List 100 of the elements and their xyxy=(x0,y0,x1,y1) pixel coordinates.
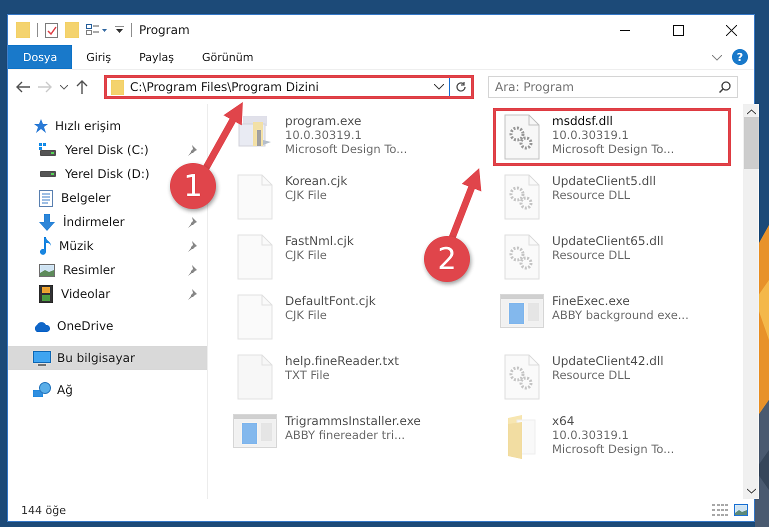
expand-ribbon-icon[interactable] xyxy=(712,55,722,61)
document-icon xyxy=(39,190,53,206)
search-field[interactable]: Ara: Program xyxy=(488,76,738,98)
file-tile[interactable]: program.exe 10.0.30319.1 Microsoft Design To... xyxy=(226,108,414,162)
pin-icon[interactable] xyxy=(187,264,197,276)
pin-icon[interactable] xyxy=(187,216,197,228)
scroll-up-icon[interactable] xyxy=(746,109,756,115)
sidebar-item[interactable]: Müzik xyxy=(8,234,94,258)
file-tile[interactable]: UpdateClient5.dll Resource DLL xyxy=(493,168,663,226)
file-detail: Resource DLL xyxy=(552,248,632,262)
file-name: x64 xyxy=(552,414,576,428)
file-detail: Microsoft Design To... xyxy=(552,142,674,156)
file-tile[interactable]: msddsf.dll 10.0.30319.1 Microsoft Design To... xyxy=(493,108,731,166)
file-detail: CJK File xyxy=(285,308,328,322)
file-detail: Microsoft Design To... xyxy=(285,142,408,156)
star-icon xyxy=(33,118,49,134)
document-icon xyxy=(237,174,273,220)
file-detail: 10.0.30319.1 xyxy=(552,428,630,442)
gears-document-icon xyxy=(504,114,540,160)
pin-icon[interactable] xyxy=(187,144,197,156)
file-tile[interactable]: DefaultFont.cjk CJK File xyxy=(226,288,383,346)
music-note-icon xyxy=(39,237,51,255)
file-tile[interactable]: UpdateClient65.dll Resource DLL xyxy=(493,228,671,286)
pin-icon[interactable] xyxy=(187,240,197,252)
maximize-icon xyxy=(672,24,684,36)
file-name: FastNml.cjk xyxy=(285,234,354,248)
file-detail: TXT File xyxy=(285,368,331,382)
file-name: help.fineReader.txt xyxy=(285,354,399,368)
scrollbar[interactable] xyxy=(743,104,759,499)
up-button[interactable] xyxy=(76,80,88,94)
item-count: 144 öğe xyxy=(21,504,66,516)
file-tile[interactable]: FineExec.exe ABBY background exe... xyxy=(493,288,696,334)
large-icons-view-icon[interactable] xyxy=(734,504,748,516)
sidebar-item[interactable]: İndirmeler xyxy=(8,210,125,234)
refresh-icon xyxy=(454,81,466,93)
file-detail: Microsoft Design To... xyxy=(552,442,674,456)
close-icon xyxy=(726,24,736,36)
file-name: UpdateClient65.dll xyxy=(552,234,664,248)
sidebar-item[interactable]: Resimler xyxy=(8,258,116,282)
file-tile[interactable]: UpdateClient42.dll Resource DLL xyxy=(493,348,671,406)
file-tile[interactable]: x64 10.0.30319.1 Microsoft Design To... xyxy=(493,408,682,466)
file-name: DefaultFont.cjk xyxy=(285,294,376,308)
file-name: Korean.cjk xyxy=(285,174,348,188)
file-detail: Resource DLL xyxy=(552,368,632,382)
monitor-icon xyxy=(33,350,51,366)
sidebar-item[interactable]: Yerel Disk (C:) xyxy=(8,138,149,162)
gears-document-icon xyxy=(504,234,540,280)
callout-arrow xyxy=(202,102,243,170)
search-icon xyxy=(719,81,731,93)
film-strip-icon xyxy=(39,285,53,303)
folder-icon xyxy=(111,80,124,94)
network-icon xyxy=(33,382,51,398)
sidebar-item[interactable]: Hızlı erişim xyxy=(8,114,122,138)
address-path: C:\Program Files\Program Dizini xyxy=(130,80,319,94)
file-name: UpdateClient5.dll xyxy=(552,174,656,188)
ribbon-tab[interactable]: Dosya xyxy=(8,45,72,69)
application-window-icon xyxy=(500,294,544,328)
file-detail: CJK File xyxy=(285,248,328,262)
sidebar-item[interactable]: Bu bilgisayar xyxy=(8,346,207,370)
file-name: msddsf.dll xyxy=(552,114,614,128)
back-button[interactable] xyxy=(16,81,30,93)
pin-icon[interactable] xyxy=(187,288,197,300)
file-detail: ABBY finereader tri... xyxy=(285,428,406,442)
ribbon-tab[interactable]: Paylaş xyxy=(125,45,188,69)
address-bar[interactable]: C:\Program Files\Program Dizini xyxy=(104,75,474,99)
scrollbar-thumb[interactable] xyxy=(744,117,758,169)
file-detail: CJK File xyxy=(285,188,328,202)
window-title: Program xyxy=(139,23,190,37)
down-arrow-icon xyxy=(39,214,55,230)
view-menu-icon[interactable] xyxy=(86,24,108,36)
callout-arrow xyxy=(448,168,482,240)
folder-icon xyxy=(507,414,537,460)
details-view-icon[interactable] xyxy=(712,504,728,516)
caret-icon[interactable] xyxy=(115,26,124,34)
sidebar-item[interactable]: Belgeler xyxy=(8,186,111,210)
sidebar-item[interactable]: Yerel Disk (D:) xyxy=(8,162,150,186)
sidebar-item[interactable]: OneDrive xyxy=(8,314,114,338)
document-icon xyxy=(237,294,273,340)
recent-locations-button[interactable] xyxy=(60,84,68,90)
ribbon-tab[interactable]: Giriş xyxy=(72,45,126,69)
dropdown-icon[interactable] xyxy=(434,84,444,90)
sidebar-item[interactable]: Videolar xyxy=(8,282,110,306)
landscape-picture-icon xyxy=(39,264,55,276)
checklist-icon[interactable] xyxy=(45,22,58,38)
drive-icon xyxy=(39,170,57,178)
file-detail: Resource DLL xyxy=(552,188,632,202)
file-detail: 10.0.30319.1 xyxy=(552,128,630,142)
gears-document-icon xyxy=(504,174,540,220)
help-button[interactable]: ? xyxy=(732,49,748,65)
file-tile[interactable]: FastNml.cjk CJK File xyxy=(226,228,361,286)
ribbon-tab[interactable]: Görünüm xyxy=(188,45,268,69)
gears-document-icon xyxy=(504,354,540,400)
drive-icon xyxy=(39,143,57,157)
file-name: program.exe xyxy=(285,114,362,128)
file-tile[interactable]: TrigrammsInstaller.exe ABBY finereader tri... xyxy=(226,408,428,454)
file-tile[interactable]: Korean.cjk CJK File xyxy=(226,168,354,226)
scroll-down-icon[interactable] xyxy=(746,488,756,494)
sidebar-item[interactable]: Ağ xyxy=(8,378,73,402)
file-tile[interactable]: help.fineReader.txt TXT File xyxy=(226,348,406,406)
application-window-icon xyxy=(233,414,277,448)
